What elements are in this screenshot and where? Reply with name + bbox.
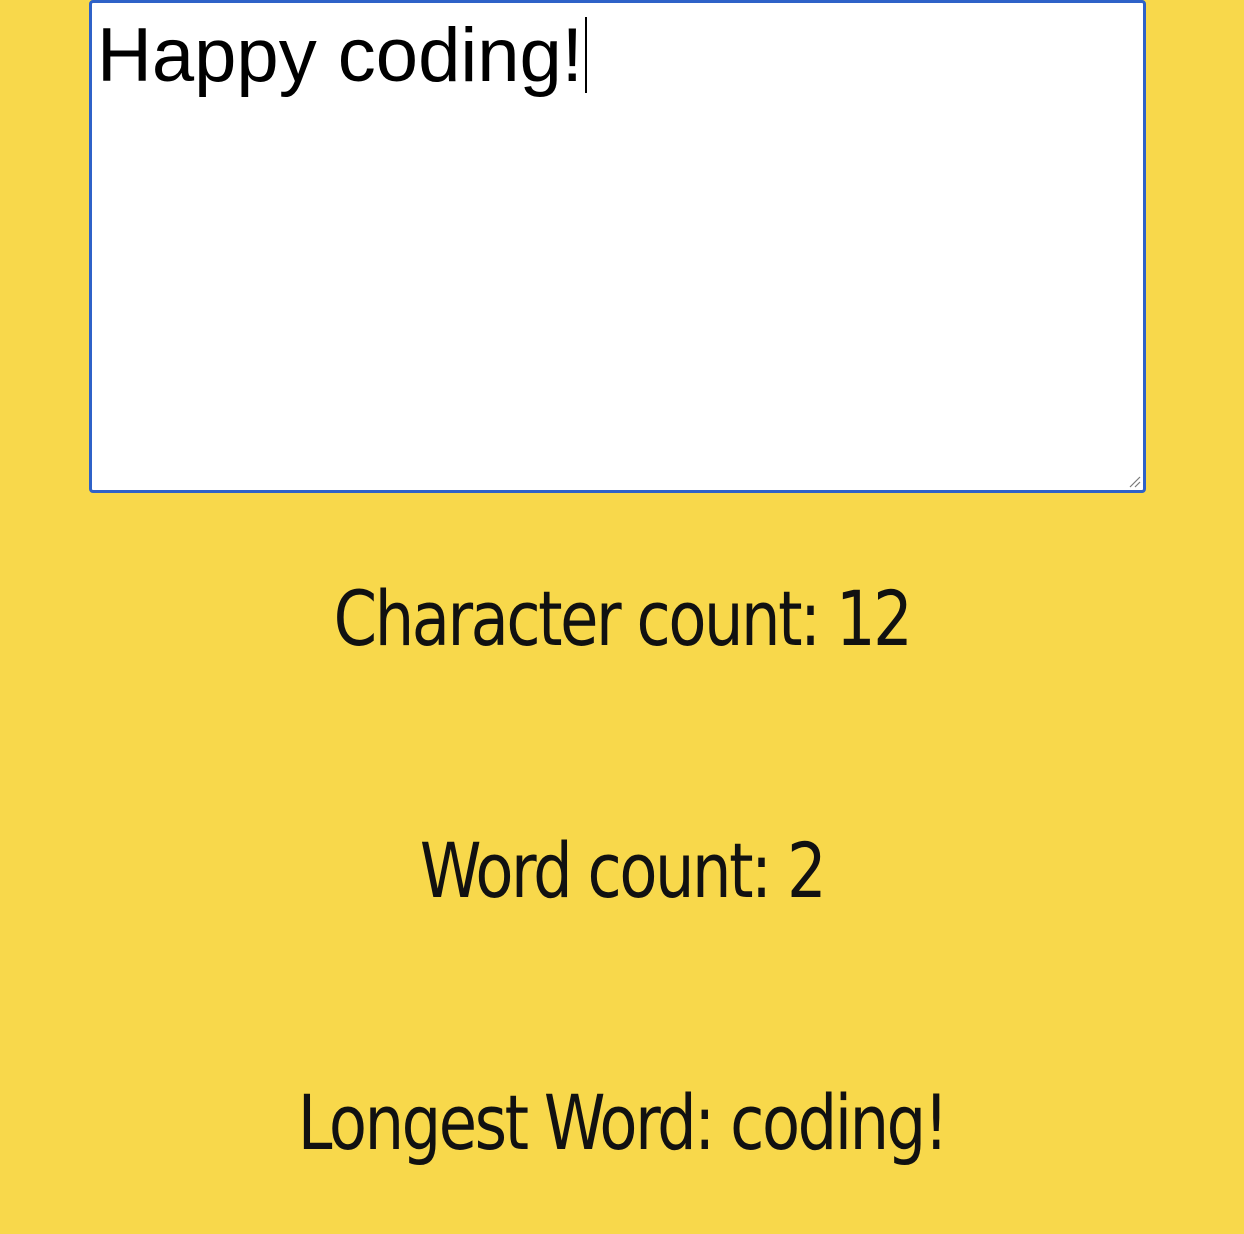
character-count: Character count: 12 <box>333 574 913 663</box>
text-input-area[interactable]: Happy coding! <box>89 0 1146 493</box>
word-count: Word count: 2 <box>419 826 827 915</box>
text-input-content[interactable]: Happy coding! <box>97 13 587 99</box>
text-input-value: Happy coding! <box>97 13 583 98</box>
text-caret <box>584 17 587 93</box>
longest-word: Longest Word: coding! <box>297 1078 949 1167</box>
resize-handle-icon[interactable] <box>1127 474 1141 488</box>
